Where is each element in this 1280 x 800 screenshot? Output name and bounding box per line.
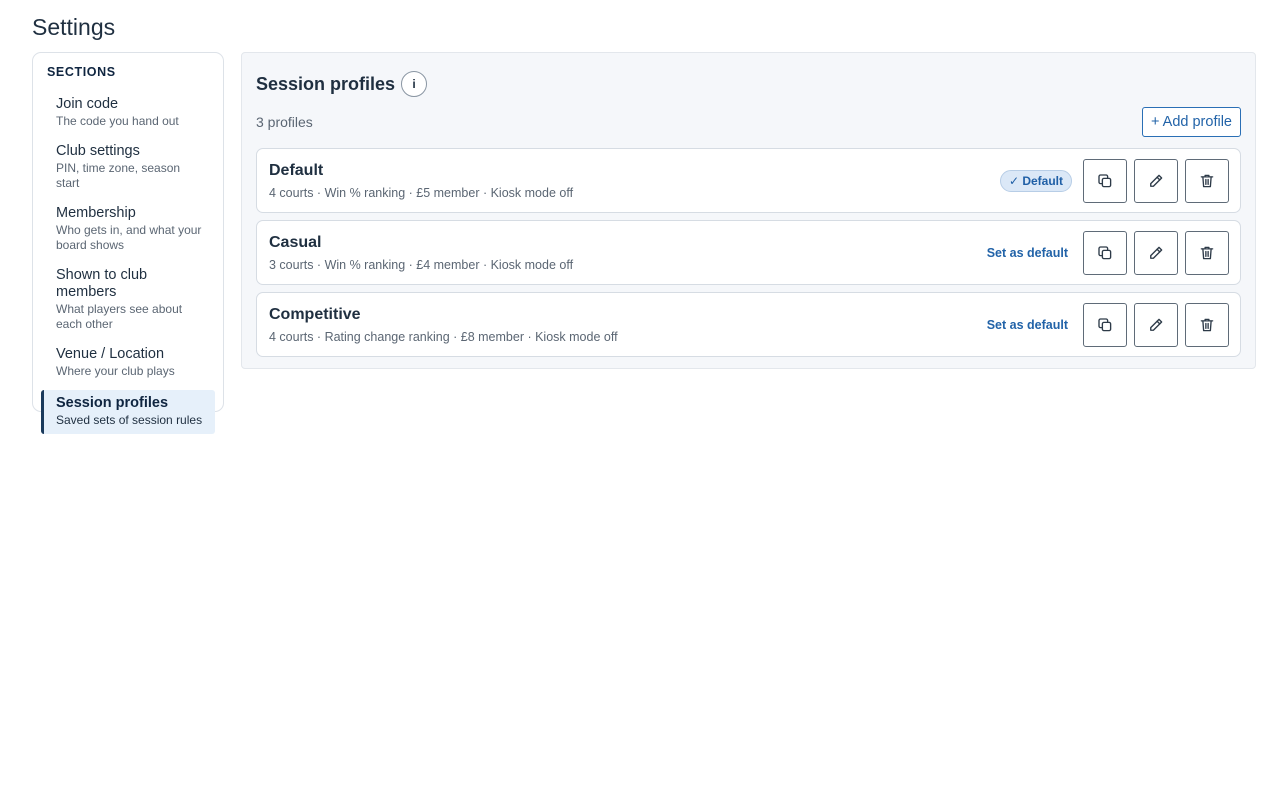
add-profile-button[interactable]: + Add profile [1141, 107, 1241, 137]
profile-count: 3 profiles [256, 114, 313, 130]
profile-list: Default 4 courts · Win % ranking · £5 me… [256, 148, 1241, 357]
profile-name: Default [269, 161, 324, 179]
edit-profile-button[interactable] [1134, 158, 1178, 203]
profile-name: Casual [269, 233, 322, 251]
sidebar-item-description: Who gets in, and what your board shows [56, 223, 202, 252]
sidebar-item-description: What players see about each other [56, 302, 183, 331]
sidebar-item-venue-location[interactable]: Venue / Location Where your club plays [41, 343, 215, 383]
profile-info: Casual 3 courts · Win % ranking · £4 mem… [269, 234, 573, 272]
delete-profile-button[interactable] [1185, 230, 1229, 275]
panel-title: Session profiles [256, 73, 396, 94]
duplicate-profile-button[interactable] [1083, 230, 1127, 275]
sidebar-item-session-profiles[interactable]: Session profiles Saved sets of session r… [41, 390, 215, 434]
delete-profile-button[interactable] [1185, 158, 1229, 203]
profile-summary: 4 courts · Win % ranking · £5 member · K… [269, 185, 574, 200]
delete-profile-button[interactable] [1185, 302, 1229, 347]
trash-icon [1200, 318, 1214, 331]
sidebar-item-label: Join code [56, 96, 119, 112]
sidebar-item-description: PIN, time zone, season start [56, 161, 181, 190]
profile-info: Default 4 courts · Win % ranking · £5 me… [269, 162, 573, 200]
profile-summary: 3 courts · Win % ranking · £4 member · K… [269, 257, 574, 272]
panel-header: Session profiles i [256, 71, 1241, 97]
sidebar-item-join-code[interactable]: Join code The code you hand out [41, 93, 215, 133]
profile-info: Competitive 4 courts · Rating change ran… [269, 306, 618, 344]
profile-summary: 4 courts · Rating change ranking · £8 me… [269, 329, 618, 344]
sidebar-item-label: Venue / Location [56, 346, 165, 362]
sidebar-item-shown-to-club-members[interactable]: Shown to club members What players see a… [41, 264, 215, 336]
profile-card-casual: Casual 3 courts · Win % ranking · £4 mem… [256, 220, 1241, 285]
default-badge: ✓ Default [999, 169, 1072, 192]
profile-actions: Set as default [987, 230, 1229, 275]
pencil-icon [1150, 246, 1163, 259]
page-title: Settings [32, 14, 116, 40]
sidebar-item-description: Where your club plays [56, 364, 175, 378]
sidebar-item-label: Club settings [56, 143, 140, 159]
sidebar-item-description: Saved sets of session rules [56, 413, 203, 427]
sidebar-item-description: The code you hand out [56, 114, 179, 128]
profile-actions: ✓ Default [999, 158, 1229, 203]
copy-icon [1098, 245, 1112, 259]
profile-card-competitive: Competitive 4 courts · Rating change ran… [256, 292, 1241, 357]
profile-name: Competitive [269, 305, 361, 323]
set-as-default-button[interactable]: Set as default [987, 318, 1068, 332]
sections-sidebar: SECTIONS Join code The code you hand out… [32, 52, 224, 434]
edit-profile-button[interactable] [1134, 302, 1178, 347]
sidebar-item-club-settings[interactable]: Club settings PIN, time zone, season sta… [41, 140, 215, 195]
sidebar-item-membership[interactable]: Membership Who gets in, and what your bo… [41, 202, 215, 257]
sidebar-item-label: Membership [56, 205, 136, 221]
pencil-icon [1150, 174, 1163, 187]
trash-icon [1200, 246, 1214, 259]
profile-card-default: Default 4 courts · Win % ranking · £5 me… [256, 148, 1241, 213]
edit-profile-button[interactable] [1134, 230, 1178, 275]
sidebar-item-label: Session profiles [56, 395, 169, 411]
duplicate-profile-button[interactable] [1083, 158, 1127, 203]
copy-icon [1098, 317, 1112, 331]
session-profiles-panel: Session profiles i 3 profiles + Add prof… [241, 52, 1256, 369]
copy-icon [1098, 173, 1112, 187]
sidebar-heading: SECTIONS [47, 65, 116, 79]
trash-icon [1200, 174, 1214, 187]
info-icon[interactable]: i [401, 71, 428, 97]
profile-actions: Set as default [987, 302, 1229, 347]
pencil-icon [1150, 318, 1163, 331]
sidebar-item-label: Shown to club members [56, 267, 148, 300]
duplicate-profile-button[interactable] [1083, 302, 1127, 347]
set-as-default-button[interactable]: Set as default [987, 246, 1068, 260]
panel-toolbar: 3 profiles + Add profile [256, 107, 1241, 137]
